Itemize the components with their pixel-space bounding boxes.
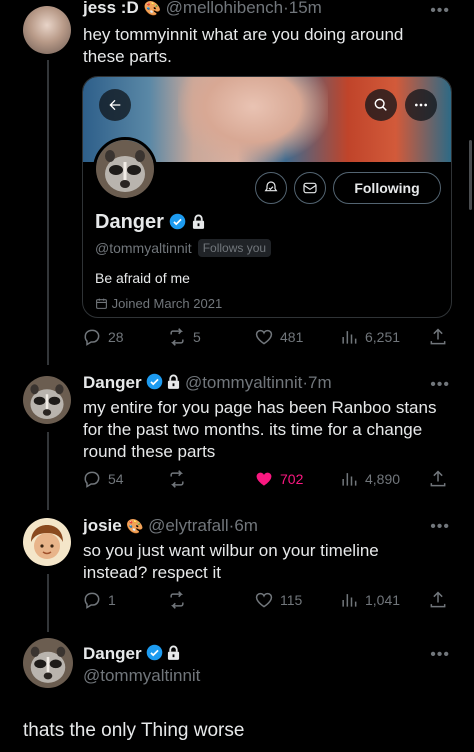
following-button[interactable]: Following [333, 172, 441, 204]
avatar[interactable] [23, 376, 71, 424]
like-button[interactable]: 702 [254, 469, 303, 489]
thread-line [47, 60, 49, 365]
views-button[interactable]: 6,251 [339, 327, 400, 347]
reply-icon [84, 471, 100, 488]
tweet-header: josie 🎨 @elytrafall·6m [83, 516, 258, 535]
like-button[interactable]: 481 [254, 327, 303, 347]
joined-date: Joined March 2021 [95, 296, 222, 311]
share-icon [430, 591, 446, 608]
reply-button[interactable]: 28 [82, 327, 124, 347]
verified-badge-icon [170, 213, 186, 230]
display-name[interactable]: Danger [83, 373, 142, 392]
more-options-icon[interactable]: ••• [430, 518, 450, 536]
avatar[interactable] [23, 638, 73, 688]
display-name[interactable]: jess :D [83, 0, 139, 17]
handle[interactable]: @tommyaltinnit [185, 373, 302, 392]
repost-button[interactable]: 5 [167, 327, 201, 347]
tweet-header: jess :D 🎨 @mellohibench·15m [83, 0, 322, 17]
reply-button[interactable]: 54 [82, 469, 124, 489]
emoji-icon: 🎨 [126, 518, 144, 534]
profile-bio: Be afraid of me [95, 270, 190, 286]
message-icon[interactable] [294, 172, 326, 204]
timestamp[interactable]: 15m [289, 0, 322, 17]
profile-handle: @tommyaltinnit Follows you [95, 239, 272, 257]
repost-icon [170, 470, 184, 488]
lock-icon [192, 214, 205, 229]
handle[interactable]: @elytrafall [148, 516, 229, 535]
reply-button[interactable]: 1 [82, 590, 116, 610]
heart-filled-icon [256, 472, 272, 486]
calendar-icon [96, 298, 107, 309]
repost-button[interactable] [167, 469, 187, 489]
follows-you-badge: Follows you [197, 239, 272, 257]
tweet-text: my entire for you page has been Ranboo s… [83, 398, 437, 461]
heart-icon [255, 329, 273, 345]
back-arrow-icon[interactable] [99, 89, 131, 121]
views-icon [342, 473, 357, 486]
handle[interactable]: @tommyaltinnit [83, 666, 200, 686]
emoji-icon: 🎨 [143, 0, 161, 16]
repost-icon [170, 328, 184, 346]
share-icon [430, 470, 446, 487]
more-options-icon[interactable]: ••• [430, 646, 450, 664]
lock-icon [168, 374, 180, 389]
views-button[interactable]: 1,041 [339, 590, 400, 610]
heart-icon [255, 592, 273, 608]
timestamp[interactable]: 7m [308, 373, 332, 392]
repost-icon [170, 591, 184, 609]
thread-line [47, 432, 49, 510]
handle[interactable]: @mellohibench [166, 0, 283, 17]
share-button[interactable] [428, 469, 448, 489]
display-name[interactable]: Danger [83, 644, 142, 663]
tweet-text: thats the only Thing worse [23, 720, 245, 741]
more-options-icon[interactable]: ••• [430, 376, 450, 394]
scrollbar[interactable] [469, 140, 472, 210]
profile-avatar[interactable] [93, 137, 157, 201]
repost-button[interactable] [167, 590, 187, 610]
reply-icon [84, 592, 100, 609]
profile-name: Danger [95, 211, 205, 234]
share-icon [430, 328, 446, 345]
more-options-icon[interactable]: ••• [430, 2, 450, 20]
avatar[interactable] [23, 518, 71, 566]
like-button[interactable]: 115 [254, 590, 302, 610]
avatar[interactable] [23, 6, 71, 54]
tweet-text: so you just want wilbur on your timeline… [83, 541, 379, 582]
thread-line [47, 574, 49, 632]
tweet-header: Danger @tommyaltinnit·7m [83, 373, 332, 392]
tweet-header: Danger [83, 644, 180, 664]
verified-badge-icon [146, 373, 163, 390]
lock-icon [168, 645, 180, 660]
tweet-text: hey tommyinnit what are you doing around… [83, 25, 404, 66]
profile-card[interactable]: Following Danger @tommyaltinnit Follows y… [82, 76, 452, 318]
views-button[interactable]: 4,890 [339, 469, 400, 489]
display-name[interactable]: josie [83, 516, 122, 535]
reply-icon [84, 329, 100, 346]
views-icon [342, 594, 357, 607]
subscribe-icon[interactable] [255, 172, 287, 204]
share-button[interactable] [428, 590, 448, 610]
verified-badge-icon [146, 644, 163, 661]
share-button[interactable] [428, 327, 448, 347]
search-icon[interactable] [365, 89, 397, 121]
timestamp[interactable]: 6m [234, 516, 258, 535]
views-icon [342, 331, 357, 344]
more-icon[interactable] [405, 89, 437, 121]
